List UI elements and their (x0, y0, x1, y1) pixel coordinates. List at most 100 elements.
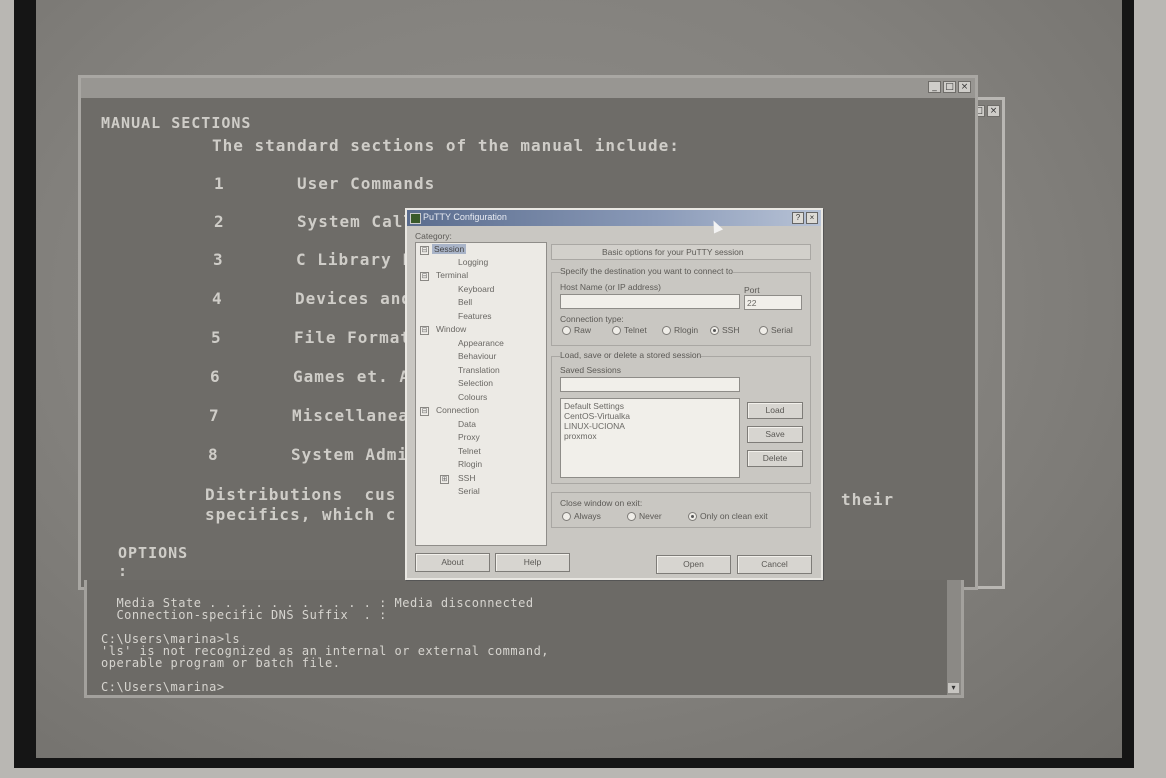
tree-item-proxy[interactable]: Proxy (458, 432, 480, 442)
load-button[interactable]: Load (747, 402, 803, 419)
radio-rlogin-label: Rlogin (674, 325, 699, 335)
port-input[interactable]: 22 (744, 295, 802, 310)
tree-item-session[interactable]: Session (432, 244, 467, 254)
panel-header: Basic options for your PuTTY session (551, 244, 811, 260)
cancel-button[interactable]: Cancel (737, 555, 812, 574)
section-name: File Format (294, 328, 411, 347)
collapse-icon[interactable]: ⊟ (420, 246, 429, 255)
cmd-line: Connection-specific DNS Suffix . : (101, 608, 387, 622)
about-button[interactable]: About (415, 553, 490, 572)
section-name: Miscellanea (292, 406, 409, 425)
cmd-prompt[interactable]: C:\Users\marina> (101, 680, 225, 694)
maximize-icon[interactable]: □ (943, 81, 956, 93)
radio-only-clean-exit-label: Only on clean exit (700, 511, 768, 521)
tree-item-connection[interactable]: Connection (436, 405, 479, 415)
radio-never-label: Never (639, 511, 662, 521)
tree-item-translation[interactable]: Translation (458, 365, 500, 375)
tree-item-features[interactable]: Features (458, 311, 492, 321)
tree-item-data[interactable]: Data (458, 419, 476, 429)
tree-item-rlogin[interactable]: Rlogin (458, 459, 482, 469)
section-number: 2 (214, 212, 225, 231)
section-number: 8 (208, 445, 219, 464)
tree-item-telnet[interactable]: Telnet (458, 446, 481, 456)
section-name: System Call (297, 212, 414, 231)
tree-item-appearance[interactable]: Appearance (458, 338, 504, 348)
man-distributions-tail: their (841, 490, 895, 509)
man-distributions-line: Distributions cus (205, 485, 397, 504)
close-icon[interactable]: × (806, 212, 818, 224)
tree-item-bell[interactable]: Bell (458, 297, 472, 307)
radio-ssh[interactable] (710, 326, 719, 335)
radio-raw[interactable] (562, 326, 571, 335)
help-icon[interactable]: ? (792, 212, 804, 224)
tree-item-colours[interactable]: Colours (458, 392, 487, 402)
man-heading: MANUAL SECTIONS (101, 114, 252, 132)
putty-titlebar[interactable]: PuTTY Configuration ? × (407, 210, 821, 226)
man-pager-prompt[interactable]: : (118, 562, 128, 580)
sessions-list[interactable]: Default Settings CentOS-Virtualka LINUX-… (560, 398, 740, 478)
radio-telnet[interactable] (612, 326, 621, 335)
help-button[interactable]: Help (495, 553, 570, 572)
collapse-icon[interactable]: ⊟ (420, 326, 429, 335)
section-number: 1 (214, 174, 225, 193)
close-icon[interactable]: × (987, 105, 1000, 117)
delete-button[interactable]: Delete (747, 450, 803, 467)
section-number: 7 (209, 406, 220, 425)
radio-telnet-label: Telnet (624, 325, 647, 335)
section-name: User Commands (297, 174, 436, 193)
section-number: 5 (211, 328, 222, 347)
tree-item-serial[interactable]: Serial (458, 486, 480, 496)
radio-always[interactable] (562, 512, 571, 521)
open-button[interactable]: Open (656, 555, 731, 574)
radio-only-clean-exit[interactable] (688, 512, 697, 521)
scroll-down-icon[interactable]: ▾ (948, 683, 959, 693)
putty-app-icon (410, 213, 421, 224)
port-label: Port (744, 285, 760, 295)
putty-title: PuTTY Configuration (423, 212, 507, 222)
close-window-label: Close window on exit: (560, 498, 643, 508)
expand-icon[interactable]: ⊞ (440, 475, 449, 484)
man-window-titlebar[interactable]: _ □ × (81, 78, 975, 98)
radio-ssh-label: SSH (722, 325, 740, 335)
host-input[interactable] (560, 294, 740, 309)
section-number: 6 (210, 367, 221, 386)
tree-item-logging[interactable]: Logging (458, 257, 488, 267)
radio-raw-label: Raw (574, 325, 592, 335)
putty-title-buttons: ? × (792, 212, 818, 224)
radio-serial-label: Serial (771, 325, 793, 335)
section-name: Games et. A (293, 367, 410, 386)
man-options-heading: OPTIONS (118, 544, 189, 562)
putty-config-dialog: PuTTY Configuration ? × Category: ⊟ Sess… (405, 208, 823, 580)
tree-item-window[interactable]: Window (436, 324, 466, 334)
cmd-line: operable program or batch file. (101, 656, 341, 670)
collapse-icon[interactable]: ⊟ (420, 407, 429, 416)
radio-rlogin[interactable] (662, 326, 671, 335)
destination-group-label: Specify the destination you want to conn… (560, 266, 733, 276)
tree-item-ssh[interactable]: SSH (458, 473, 475, 483)
save-button[interactable]: Save (747, 426, 803, 443)
radio-never[interactable] (627, 512, 636, 521)
radio-serial[interactable] (759, 326, 768, 335)
section-number: 3 (213, 250, 224, 269)
host-label: Host Name (or IP address) (560, 282, 661, 292)
minimize-icon[interactable]: _ (928, 81, 941, 93)
saved-sessions-input[interactable] (560, 377, 740, 392)
panel-header-text: Basic options for your PuTTY session (602, 247, 744, 257)
close-icon[interactable]: × (958, 81, 971, 93)
session-item[interactable]: proxmox (564, 429, 597, 443)
cmd-scrollbar[interactable]: ▾ (947, 580, 961, 695)
tree-item-terminal[interactable]: Terminal (436, 270, 468, 280)
man-intro: The standard sections of the manual incl… (212, 136, 680, 155)
tree-item-selection[interactable]: Selection (458, 378, 493, 388)
tree-item-behaviour[interactable]: Behaviour (458, 351, 496, 361)
collapse-icon[interactable]: ⊟ (420, 272, 429, 281)
radio-always-label: Always (574, 511, 601, 521)
saved-sessions-label: Saved Sessions (560, 365, 621, 375)
category-tree[interactable]: ⊟ Session Logging ⊟ Terminal Keyboard Be… (415, 242, 547, 546)
category-label: Category: (415, 231, 452, 241)
sessions-group-label: Load, save or delete a stored session (560, 350, 702, 360)
connection-type-label: Connection type: (560, 314, 624, 324)
section-name: Devices and (295, 289, 412, 308)
man-specifics-line: specifics, which c (205, 505, 397, 524)
tree-item-keyboard[interactable]: Keyboard (458, 284, 494, 294)
